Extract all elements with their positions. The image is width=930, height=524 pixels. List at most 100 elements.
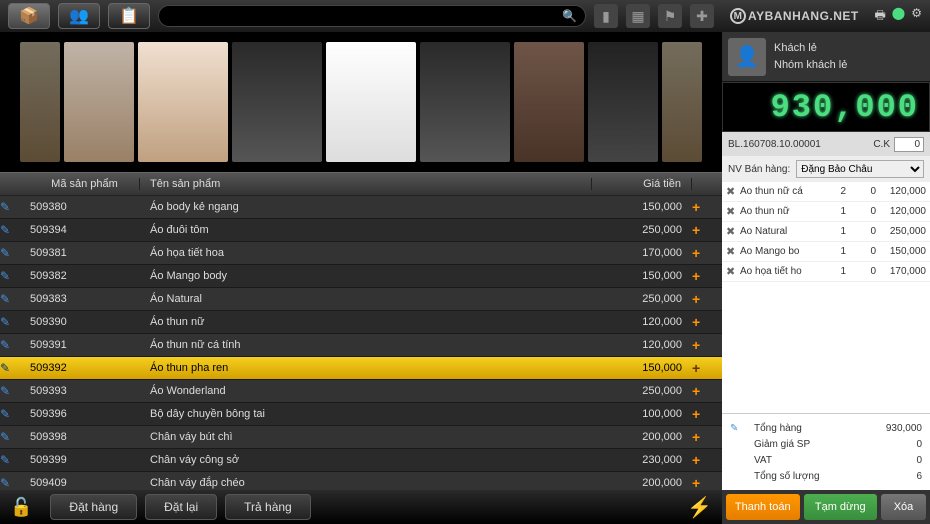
add-to-cart-icon[interactable]: + [692, 314, 700, 330]
header-name[interactable]: Tên sản phẩm [140, 178, 592, 190]
add-to-cart-icon[interactable]: + [692, 383, 700, 399]
remove-item-icon[interactable]: ✖ [726, 185, 740, 198]
add-to-cart-icon[interactable]: + [692, 291, 700, 307]
add-to-cart-icon[interactable]: + [692, 268, 700, 284]
edit-icon[interactable]: ✎ [0, 476, 10, 490]
cart-item-qty[interactable]: 1 [826, 206, 846, 217]
edit-icon[interactable]: ✎ [0, 338, 10, 352]
lock-icon[interactable]: 🔓 [10, 497, 32, 518]
table-row[interactable]: ✎509381Áo họa tiết hoa170,000+ [0, 242, 722, 265]
product-name: Áo Mango body [140, 270, 592, 282]
tab-customers[interactable]: 👥 [58, 3, 100, 29]
edit-icon[interactable]: ✎ [0, 292, 10, 306]
pay-button[interactable]: Thanh toán [726, 494, 800, 520]
table-row[interactable]: ✎509409Chân váy đắp chéo200,000+ [0, 472, 722, 490]
view-list-icon[interactable]: ▮ [594, 4, 618, 28]
header-code[interactable]: Mã sản phẩm [30, 178, 140, 190]
search-icon[interactable]: 🔍 [562, 9, 577, 23]
carousel-card[interactable] [420, 42, 510, 162]
table-row[interactable]: ✎509399Chân váy công sở230,000+ [0, 449, 722, 472]
table-row[interactable]: ✎509398Chân váy bút chì200,000+ [0, 426, 722, 449]
remove-item-icon[interactable]: ✖ [726, 245, 740, 258]
order-button[interactable]: Đặt hàng [50, 494, 137, 520]
carousel-card[interactable] [662, 42, 702, 162]
cart-item[interactable]: ✖Áo Mango bo10150,000 [722, 242, 930, 262]
ck-input[interactable]: 0 [894, 137, 924, 152]
table-row[interactable]: ✎509396Bộ dây chuyền bông tai100,000+ [0, 403, 722, 426]
table-row[interactable]: ✎509390Áo thun nữ120,000+ [0, 311, 722, 334]
carousel-card[interactable] [20, 42, 60, 162]
seller-select[interactable]: Đặng Bảo Châu [796, 160, 924, 178]
table-row[interactable]: ✎509394Áo đuôi tôm250,000+ [0, 219, 722, 242]
table-row[interactable]: ✎509391Áo thun nữ cá tính120,000+ [0, 334, 722, 357]
return-button[interactable]: Trả hàng [225, 494, 311, 520]
add-to-cart-icon[interactable]: + [692, 429, 700, 445]
edit-icon[interactable]: ✎ [0, 246, 10, 260]
edit-icon[interactable]: ✎ [0, 407, 10, 421]
reset-button[interactable]: Đặt lại [145, 494, 217, 520]
add-to-cart-icon[interactable]: + [692, 452, 700, 468]
cart-item[interactable]: ✖Áo thun nữ10120,000 [722, 202, 930, 222]
tab-products[interactable]: 📦 [8, 3, 50, 29]
edit-icon[interactable]: ✎ [0, 200, 10, 214]
cart-item[interactable]: ✖Áo thun nữ cá20120,000 [722, 182, 930, 202]
product-name: Áo đuôi tôm [140, 224, 592, 236]
add-icon[interactable]: ✚ [690, 4, 714, 28]
remove-item-icon[interactable]: ✖ [726, 225, 740, 238]
print-icon[interactable]: 🖶 [874, 6, 885, 27]
product-name: Áo thun nữ [140, 316, 592, 328]
remove-item-icon[interactable]: ✖ [726, 205, 740, 218]
product-name: Áo thun nữ cá tính [140, 339, 592, 351]
carousel-card[interactable] [64, 42, 134, 162]
pencil-icon[interactable]: ✎ [730, 423, 754, 434]
cart-item-qty[interactable]: 1 [826, 266, 846, 277]
edit-icon[interactable]: ✎ [0, 430, 10, 444]
add-to-cart-icon[interactable]: + [692, 475, 700, 490]
carousel-card[interactable] [232, 42, 322, 162]
carousel-card[interactable] [138, 42, 228, 162]
total-display: 930,000 [722, 82, 930, 132]
add-to-cart-icon[interactable]: + [692, 360, 700, 376]
table-row[interactable]: ✎509380Áo body kẻ ngang150,000+ [0, 196, 722, 219]
product-price: 120,000 [592, 339, 692, 351]
add-to-cart-icon[interactable]: + [692, 222, 700, 238]
carousel-card[interactable] [326, 42, 416, 162]
add-to-cart-icon[interactable]: + [692, 337, 700, 353]
filter-icon[interactable]: ⚑ [658, 4, 682, 28]
add-to-cart-icon[interactable]: + [692, 406, 700, 422]
product-price: 250,000 [592, 385, 692, 397]
header-price[interactable]: Giá tiền [592, 178, 692, 190]
edit-icon[interactable]: ✎ [0, 384, 10, 398]
view-grid-icon[interactable]: ▦ [626, 4, 650, 28]
table-row[interactable]: ✎509393Áo Wonderland250,000+ [0, 380, 722, 403]
main-panel: 📦 👥 📋 🔍 ▮ ▦ ⚑ ✚ Mã sản phẩm [0, 0, 722, 524]
edit-icon[interactable]: ✎ [0, 361, 10, 375]
table-row[interactable]: ✎509392Áo thun pha ren150,000+ [0, 357, 722, 380]
cart-item-qty[interactable]: 1 [826, 246, 846, 257]
cart-item-qty[interactable]: 1 [826, 226, 846, 237]
tab-orders[interactable]: 📋 [108, 3, 150, 29]
carousel-card[interactable] [588, 42, 658, 162]
cart-item[interactable]: ✖Áo Natural10250,000 [722, 222, 930, 242]
edit-icon[interactable]: ✎ [0, 315, 10, 329]
add-to-cart-icon[interactable]: + [692, 245, 700, 261]
settings-icon[interactable]: ⚙ [911, 6, 922, 27]
pause-button[interactable]: Tạm dừng [804, 494, 878, 520]
delete-button[interactable]: Xóa [881, 494, 926, 520]
product-carousel[interactable] [0, 32, 722, 172]
customer-block[interactable]: 👤 Khách lẻ Nhóm khách lẻ [722, 32, 930, 82]
edit-icon[interactable]: ✎ [0, 269, 10, 283]
bolt-icon[interactable]: ⚡ [687, 495, 712, 520]
edit-icon[interactable]: ✎ [0, 453, 10, 467]
add-to-cart-icon[interactable]: + [692, 199, 700, 215]
carousel-card[interactable] [514, 42, 584, 162]
cart-item[interactable]: ✖Áo họa tiết ho10170,000 [722, 262, 930, 282]
table-row[interactable]: ✎509383Áo Natural250,000+ [0, 288, 722, 311]
cart-item-qty[interactable]: 2 [826, 186, 846, 197]
table-row[interactable]: ✎509382Áo Mango body150,000+ [0, 265, 722, 288]
search-input[interactable] [167, 10, 562, 22]
product-code: 509380 [30, 201, 140, 213]
cart-item-price: 170,000 [876, 266, 926, 277]
remove-item-icon[interactable]: ✖ [726, 265, 740, 278]
edit-icon[interactable]: ✎ [0, 223, 10, 237]
